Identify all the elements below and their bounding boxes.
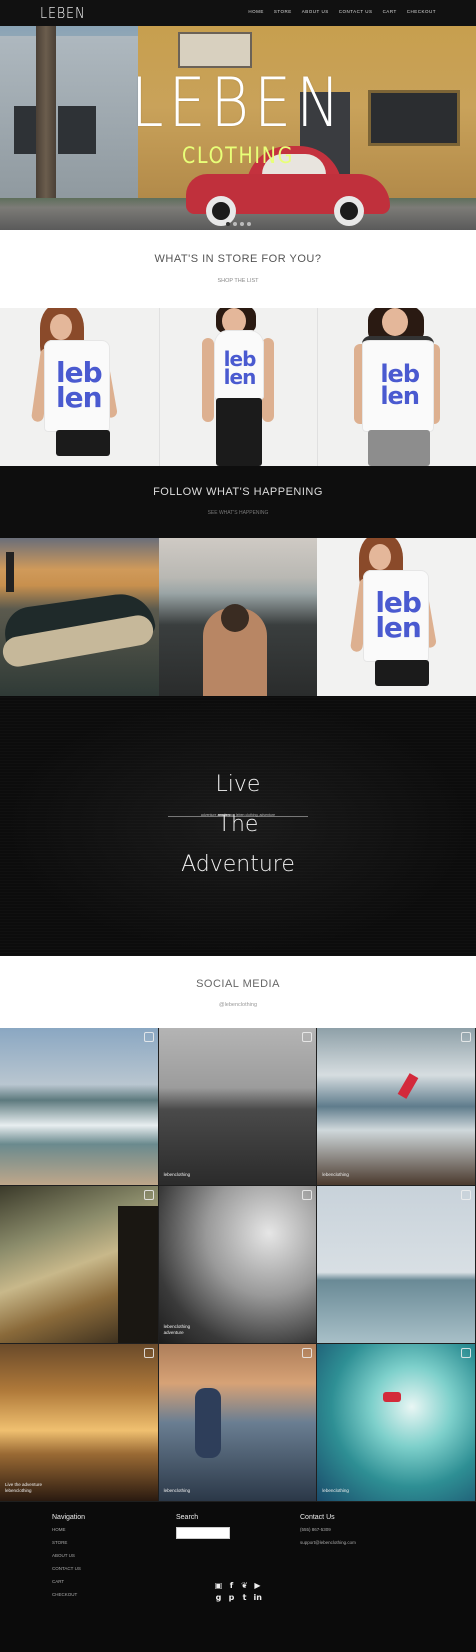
adventure-banner: Live adventure awaits you, leben clothin… [0,696,476,956]
instagram-icon [302,1190,313,1200]
nav-home[interactable]: HOME [248,9,264,14]
instagram-icon [460,1190,471,1200]
follow-tile-surfboards[interactable] [0,538,159,696]
instagram-icon [302,1348,313,1358]
search-input[interactable] [176,1527,230,1539]
product-card[interactable]: leb len [158,308,318,466]
social-heading: SOCIAL MEDIA [196,978,280,990]
slider-dots [0,222,476,226]
social-tile[interactable] [0,1028,159,1186]
social-tile[interactable]: lebenclothing [158,1028,318,1186]
adventure-line-1: Live [215,772,261,797]
social-tile[interactable] [0,1186,159,1344]
hero-title: LEBEN [130,64,346,143]
footer-phone[interactable]: (555) 867-5309 [300,1527,356,1532]
youtube-icon[interactable]: ▶ [254,1582,262,1590]
social-handle[interactable]: @lebenclothing [0,1002,476,1008]
product-grid: leb len leb len leb len [0,308,476,466]
store-section: WHAT'S IN STORE FOR YOU? SHOP THE LIST [0,230,476,308]
follow-tile-rocks[interactable] [158,538,318,696]
facebook-icon[interactable]: f [228,1582,236,1590]
hero-slider[interactable]: LEBEN CLOTHING [0,26,476,230]
footer-link-contact[interactable]: CONTACT US [52,1566,85,1571]
follow-grid: leb len [0,538,476,696]
footer: Navigation HOME STORE ABOUT US CONTACT U… [0,1502,476,1652]
nav-store[interactable]: STORE [274,9,292,14]
leben-logo-print: leb len [223,347,257,389]
twitter-icon[interactable]: ❦ [241,1582,249,1590]
follow-heading: FOLLOW WHAT'S HAPPENING [153,486,323,498]
pinterest-icon[interactable]: p [228,1594,236,1602]
social-tile[interactable]: lebenclothing [158,1344,318,1502]
follow-subheading[interactable]: SEE WHAT'S HAPPENING [0,510,476,516]
instagram-icon [143,1032,154,1042]
slider-dot[interactable] [239,222,244,226]
hero-shop-sign [178,32,252,68]
social-tile[interactable]: Live the adventure lebenclothing [0,1344,159,1502]
slider-dot[interactable] [246,222,251,226]
social-section: SOCIAL MEDIA @lebenclothing [0,956,476,1028]
footer-search-heading: Search [176,1514,199,1521]
leben-logo-print: leb len [380,360,420,410]
tumblr-icon[interactable]: t [241,1594,249,1602]
instagram-icon[interactable]: ▣ [215,1582,223,1590]
social-tile[interactable]: lebenclothing [317,1028,476,1186]
store-heading: WHAT'S IN STORE FOR YOU? [154,253,322,265]
product-image: leb len [0,308,158,466]
leben-logo-print: leb len [375,586,422,645]
store-subheading[interactable]: SHOP THE LIST [0,278,476,284]
footer-email[interactable]: support@lebenclothing.com [300,1540,356,1545]
linkedin-icon[interactable]: in [254,1594,262,1602]
social-tile[interactable] [317,1186,476,1344]
hero-subtitle: CLOTHING [182,144,294,169]
nav-cart[interactable]: CART [383,9,397,14]
googleplus-icon[interactable]: g [215,1594,223,1602]
brand-logo[interactable]: LEBEN [40,4,85,22]
product-card[interactable]: leb len [0,308,159,466]
top-navbar: LEBEN HOME STORE ABOUT US CONTACT US CAR… [0,0,476,26]
product-card[interactable]: leb len [317,308,476,466]
footer-contact: Contact Us (555) 867-5309 support@lebenc… [300,1514,356,1553]
adventure-line-2: The [217,812,259,837]
instagram-icon [460,1032,471,1042]
footer-contact-heading: Contact Us [300,1514,335,1521]
nav-checkout[interactable]: CHECKOUT [407,9,436,14]
social-icons: ▣ f ❦ ▶ g p t in [0,1582,476,1606]
social-tile[interactable]: lebenclothing adventure [158,1186,318,1344]
social-tile[interactable]: lebenclothing [317,1344,476,1502]
footer-link-home[interactable]: HOME [52,1527,85,1532]
follow-section: FOLLOW WHAT'S HAPPENING SEE WHAT'S HAPPE… [0,466,476,538]
product-image: leb len [318,308,476,466]
leben-logo-print: leb len [56,356,103,415]
slider-dot[interactable] [232,222,237,226]
footer-nav-heading: Navigation [52,1514,86,1521]
footer-link-about[interactable]: ABOUT US [52,1553,85,1558]
nav-about[interactable]: ABOUT US [302,9,329,14]
follow-tile-model[interactable]: leb len [317,538,476,696]
nav-contact[interactable]: CONTACT US [339,9,373,14]
instagram-icon [460,1348,471,1358]
social-grid: lebenclothing lebenclothing lebenclothin… [0,1028,476,1502]
instagram-icon [143,1348,154,1358]
adventure-line-3: Adventure [181,852,295,877]
instagram-icon [302,1032,313,1042]
footer-search: Search [176,1514,230,1539]
instagram-icon [143,1190,154,1200]
nav-links: HOME STORE ABOUT US CONTACT US CART CHEC… [248,9,436,14]
footer-link-store[interactable]: STORE [52,1540,85,1545]
product-image: leb len [160,308,318,466]
slider-dot[interactable] [225,222,230,226]
